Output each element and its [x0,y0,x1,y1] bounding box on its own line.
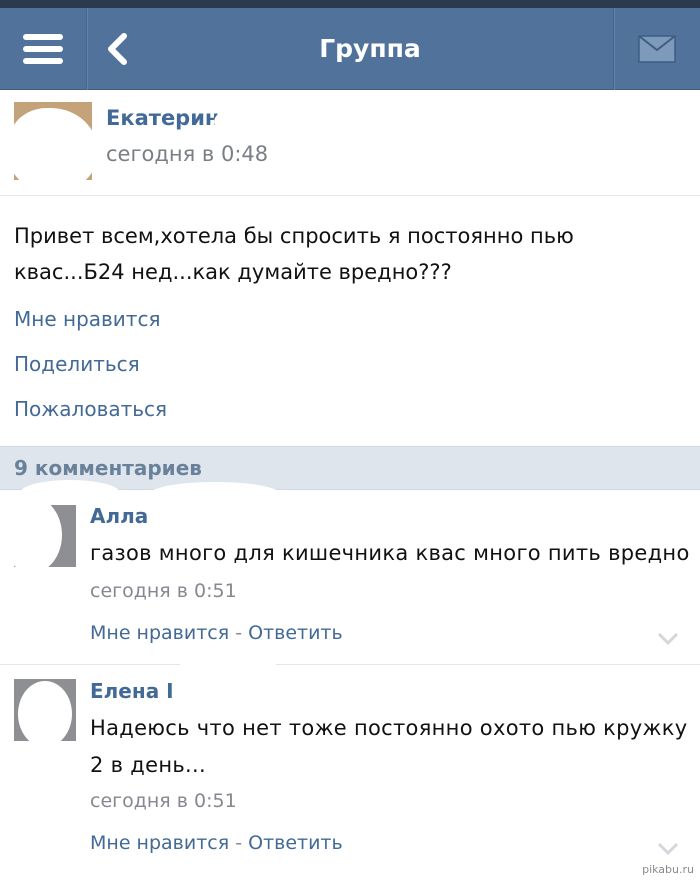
envelope-icon [638,35,676,63]
comment-text: Надеюсь что нет тоже постоянно охото пью… [90,716,688,777]
share-link[interactable]: Поделиться [14,352,140,376]
hamburger-menu-icon [23,34,63,64]
comment-like-link[interactable]: Мне нравится [90,622,229,644]
comment-timestamp: сегодня в 0:51 [90,790,237,812]
comment-reply-link[interactable]: Ответить [248,622,343,644]
comment-item: Елена I Надеюсь что нет тоже постоянно о… [0,665,700,875]
comment-actions: Мне нравится - Ответить [90,622,343,644]
commenter-avatar[interactable] [14,505,76,567]
report-link[interactable]: Пожаловаться [14,397,167,421]
chevron-left-icon [108,33,127,65]
author-avatar[interactable] [14,102,92,180]
back-button[interactable] [92,8,142,90]
comments-count: 9 комментариев [14,456,202,480]
post-timestamp: сегодня в 0:48 [106,142,269,166]
navbar-divider [86,8,87,90]
comment-author[interactable]: Елена I [90,679,174,703]
post-body: Привет всем,хотела бы спросить я постоян… [14,224,574,284]
comment-reply-link[interactable]: Ответить [248,832,343,854]
chevron-down-icon[interactable] [656,631,680,647]
redaction-mark [214,96,378,148]
comment-actions: Мне нравится - Ответить [90,832,343,854]
action-separator: - [229,832,249,854]
page-title: Группа [319,34,421,63]
like-link[interactable]: Мне нравится [14,307,160,331]
comment-author[interactable]: Алла [90,504,148,528]
comment-like-link[interactable]: Мне нравится [90,832,229,854]
chevron-down-icon[interactable] [656,841,680,857]
top-navbar: Группа [0,8,700,90]
comment-timestamp: сегодня в 0:51 [90,580,237,602]
action-separator: - [229,622,249,644]
menu-button[interactable] [0,8,86,90]
watermark: pikabu.ru [642,863,694,876]
comment-text: газов много для кишечника квас много пит… [90,541,690,565]
messages-button[interactable] [614,8,700,90]
commenter-avatar[interactable] [14,679,76,741]
post-header: Екатерина сегодня в 0:48 [0,90,700,196]
comment-item: Алла газов много для кишечника квас мног… [0,491,700,664]
status-bar [0,0,700,8]
